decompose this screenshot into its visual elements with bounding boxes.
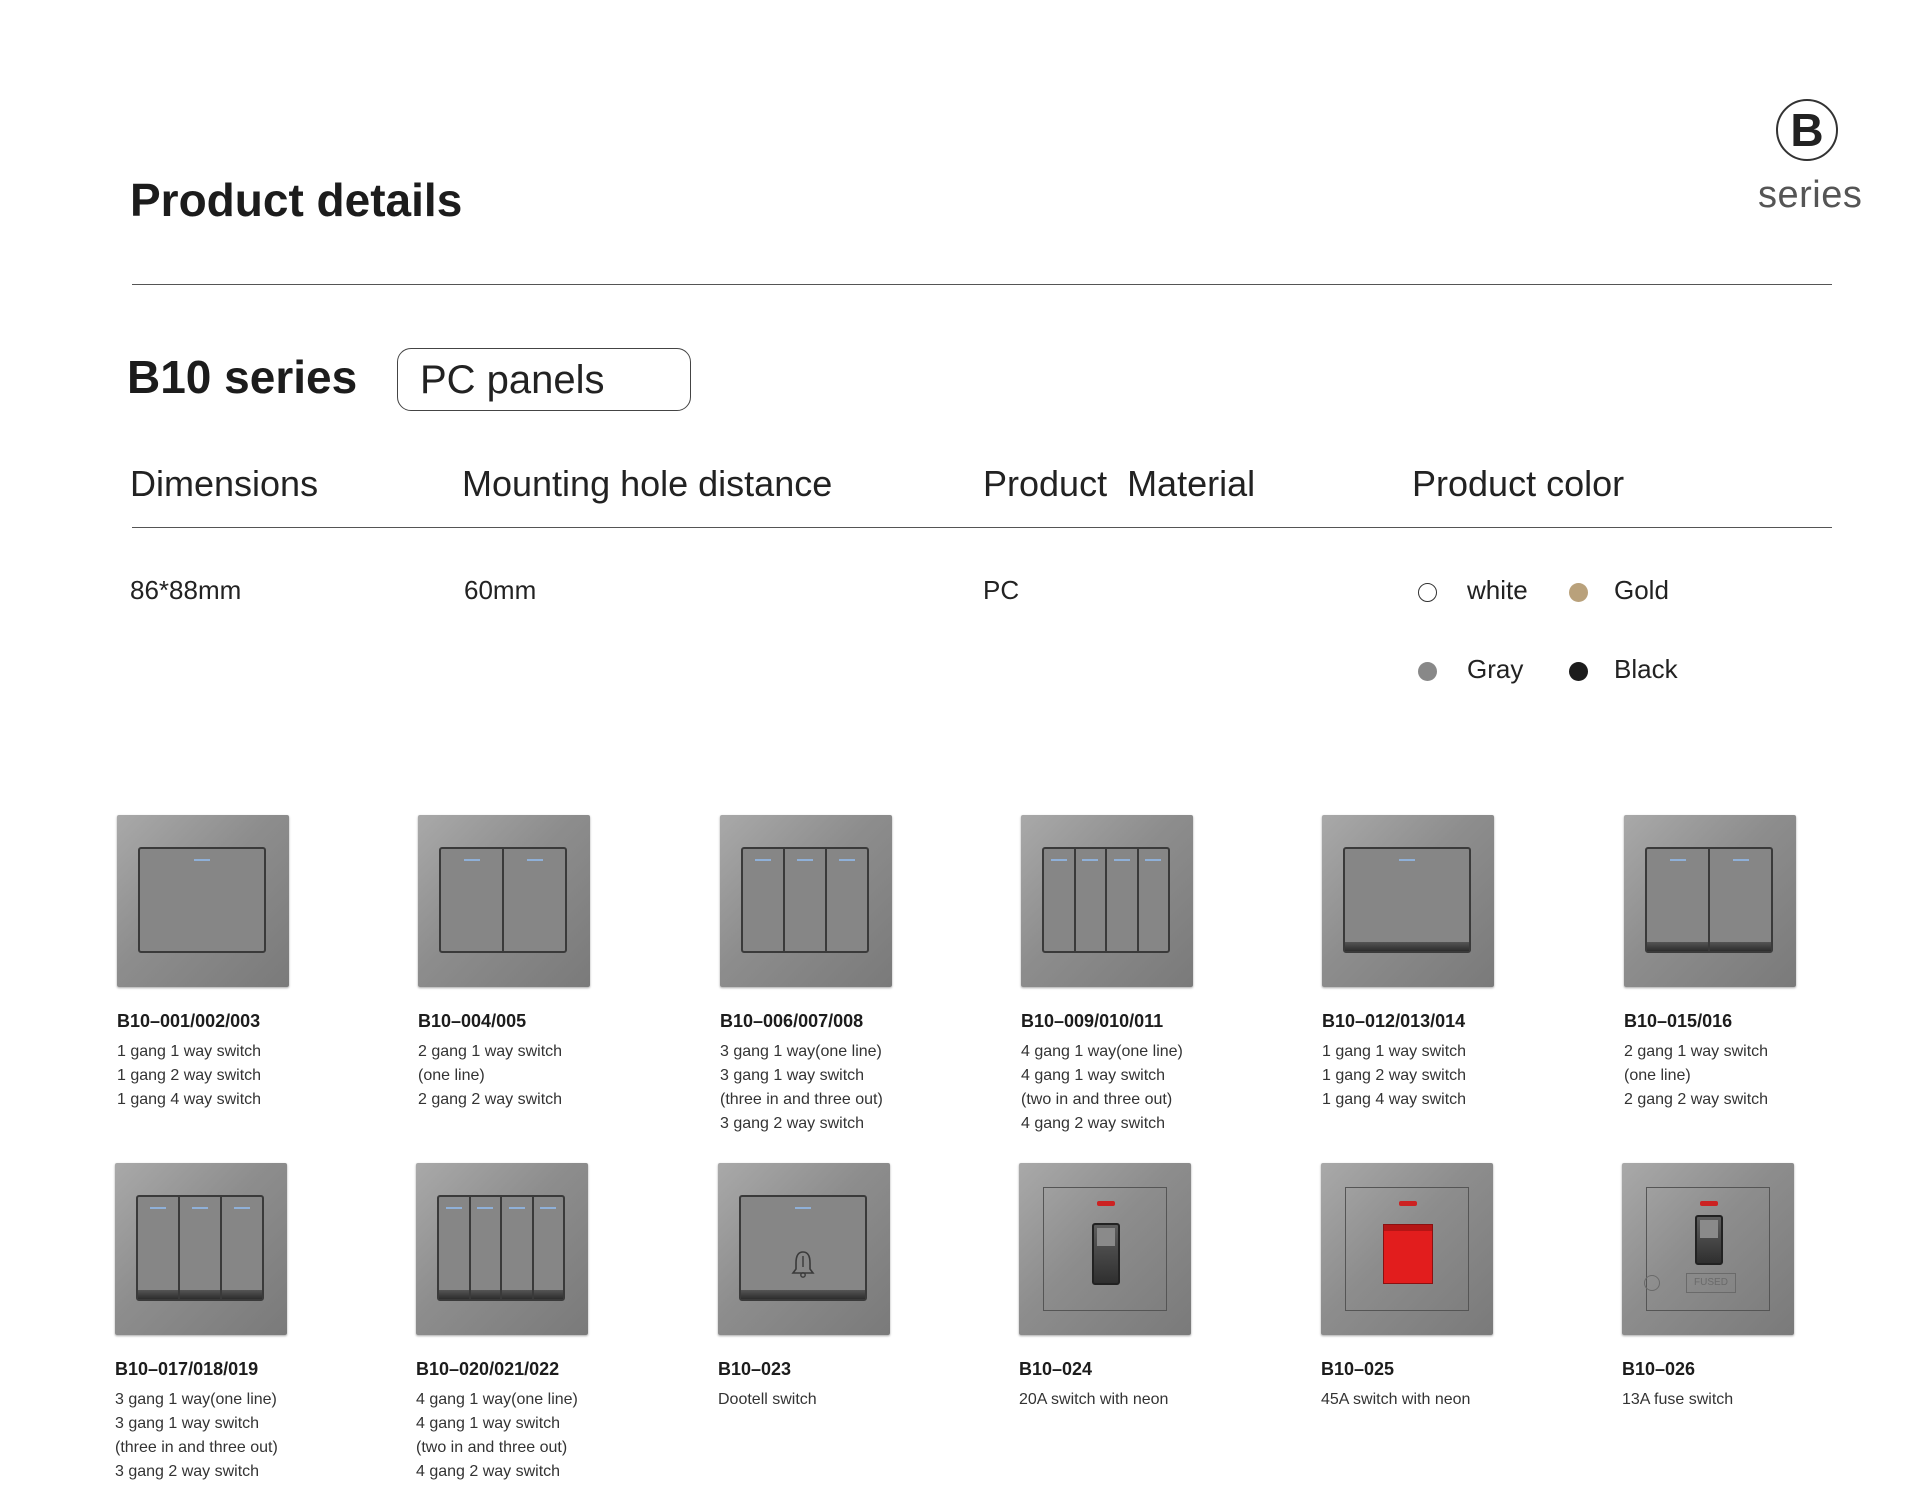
bell-icon — [791, 1251, 815, 1278]
product-desc-line: 4 gang 1 way switch — [416, 1415, 561, 1432]
swatch-black — [1569, 662, 1588, 681]
brand-logo-letter: B — [1776, 99, 1838, 161]
product-desc-line: 3 gang 1 way switch — [720, 1067, 865, 1084]
product-desc-line: 3 gang 1 way(one line) — [720, 1043, 882, 1060]
product-model: B10–026 — [1622, 1359, 1696, 1379]
product-desc-line: 1 gang 1 way switch — [1322, 1043, 1467, 1060]
product-card: FUSED B10–026 13A fuse switch — [1622, 1163, 1872, 1412]
product-desc-line: 1 gang 2 way switch — [1322, 1067, 1467, 1084]
product-image — [1019, 1163, 1191, 1335]
product-desc-line: (three in and three out) — [720, 1091, 883, 1108]
product-desc-line: 2 gang 2 way switch — [418, 1091, 563, 1108]
neon-indicator — [1399, 1201, 1417, 1206]
product-image — [1322, 815, 1494, 987]
swatch-label-gray: Gray — [1467, 654, 1524, 684]
product-card: B10–020/021/022 4 gang 1 way(one line) 4… — [416, 1163, 666, 1484]
product-desc-line: 4 gang 1 way(one line) — [416, 1391, 578, 1408]
product-card: B10–015/016 2 gang 1 way switch (one lin… — [1624, 815, 1874, 1112]
product-image — [117, 815, 289, 987]
product-desc-line: 1 gang 1 way switch — [117, 1043, 262, 1060]
product-card: B10–023 Dootell switch — [718, 1163, 968, 1412]
product-desc-line: (three in and three out) — [115, 1439, 278, 1456]
spec-value-material: PC — [983, 575, 1020, 605]
product-desc-line: 2 gang 1 way switch — [1624, 1043, 1769, 1060]
product-card: B10–001/002/003 1 gang 1 way switch 1 ga… — [117, 815, 367, 1112]
product-model: B10–001/002/003 — [117, 1011, 261, 1031]
product-model: B10–015/016 — [1624, 1011, 1733, 1031]
product-image — [1624, 815, 1796, 987]
product-image — [1021, 815, 1193, 987]
product-desc-line: 4 gang 1 way switch — [1021, 1067, 1166, 1084]
fuse-indicator — [1644, 1275, 1660, 1291]
product-desc-line: (one line) — [418, 1067, 485, 1084]
swatch-label-gold: Gold — [1614, 575, 1669, 605]
spec-value-dimensions: 86*88mm — [130, 575, 242, 605]
product-model: B10–023 — [718, 1359, 792, 1379]
product-desc-line: 4 gang 2 way switch — [1021, 1115, 1166, 1132]
spec-value-mounting: 60mm — [464, 575, 537, 605]
product-desc-line: 3 gang 1 way switch — [115, 1415, 260, 1432]
product-desc-line: 20A switch with neon — [1019, 1391, 1169, 1408]
series-tag: PC panels — [397, 348, 691, 411]
swatch-gray — [1418, 662, 1437, 681]
spec-divider — [132, 527, 1832, 528]
product-card: B10–012/013/014 1 gang 1 way switch 1 ga… — [1322, 815, 1572, 1112]
product-model: B10–020/021/022 — [416, 1359, 560, 1379]
brand-logo-word: series — [1758, 174, 1863, 216]
spec-header-dimensions: Dimensions — [130, 463, 319, 504]
product-image: FUSED — [1622, 1163, 1794, 1335]
product-image — [115, 1163, 287, 1335]
product-desc-line: Dootell switch — [718, 1391, 817, 1408]
product-image — [416, 1163, 588, 1335]
product-card: B10–024 20A switch with neon — [1019, 1163, 1269, 1412]
spec-header-color: Product color — [1412, 463, 1625, 504]
product-model: B10–012/013/014 — [1322, 1011, 1466, 1031]
product-desc-line: (one line) — [1624, 1067, 1691, 1084]
fused-label: FUSED — [1686, 1273, 1736, 1293]
page-title: Product details — [130, 174, 463, 226]
product-desc-line: 4 gang 2 way switch — [416, 1463, 561, 1480]
product-image — [720, 815, 892, 987]
product-model: B10–004/005 — [418, 1011, 527, 1031]
spec-header-mounting: Mounting hole distance — [462, 463, 833, 504]
product-desc-line: (two in and three out) — [416, 1439, 568, 1456]
neon-indicator — [1700, 1201, 1718, 1206]
product-desc-line: 3 gang 2 way switch — [720, 1115, 865, 1132]
product-card: B10–017/018/019 3 gang 1 way(one line) 3… — [115, 1163, 365, 1484]
product-card: B10–025 45A switch with neon — [1321, 1163, 1571, 1412]
product-image — [718, 1163, 890, 1335]
product-card: B10–004/005 2 gang 1 way switch (one lin… — [418, 815, 668, 1112]
product-desc-line: 1 gang 4 way switch — [117, 1091, 262, 1108]
product-desc-line: 1 gang 4 way switch — [1322, 1091, 1467, 1108]
product-card: B10–009/010/011 4 gang 1 way(one line) 4… — [1021, 815, 1271, 1136]
product-desc-line: 3 gang 2 way switch — [115, 1463, 260, 1480]
product-model: B10–017/018/019 — [115, 1359, 259, 1379]
swatch-gold — [1569, 583, 1588, 602]
product-model: B10–006/007/008 — [720, 1011, 864, 1031]
product-model: B10–009/010/011 — [1021, 1011, 1164, 1031]
product-image — [1321, 1163, 1493, 1335]
product-card: B10–006/007/008 3 gang 1 way(one line) 3… — [720, 815, 970, 1136]
series-title: B10 series — [127, 351, 358, 403]
product-image — [418, 815, 590, 987]
swatch-white — [1418, 583, 1437, 602]
product-desc-line: 45A switch with neon — [1321, 1391, 1471, 1408]
product-desc-line: 13A fuse switch — [1622, 1391, 1734, 1408]
product-model: B10–024 — [1019, 1359, 1093, 1379]
product-desc-line: (two in and three out) — [1021, 1091, 1173, 1108]
product-desc-line: 2 gang 1 way switch — [418, 1043, 563, 1060]
product-desc-line: 3 gang 1 way(one line) — [115, 1391, 277, 1408]
header-divider — [132, 284, 1832, 285]
product-desc-line: 4 gang 1 way(one line) — [1021, 1043, 1183, 1060]
swatch-label-black: Black — [1614, 654, 1678, 684]
product-desc-line: 2 gang 2 way switch — [1624, 1091, 1769, 1108]
neon-indicator — [1097, 1201, 1115, 1206]
product-desc-line: 1 gang 2 way switch — [117, 1067, 262, 1084]
spec-header-material: Product Material — [983, 463, 1256, 504]
swatch-label-white: white — [1467, 575, 1528, 605]
product-model: B10–025 — [1321, 1359, 1395, 1379]
